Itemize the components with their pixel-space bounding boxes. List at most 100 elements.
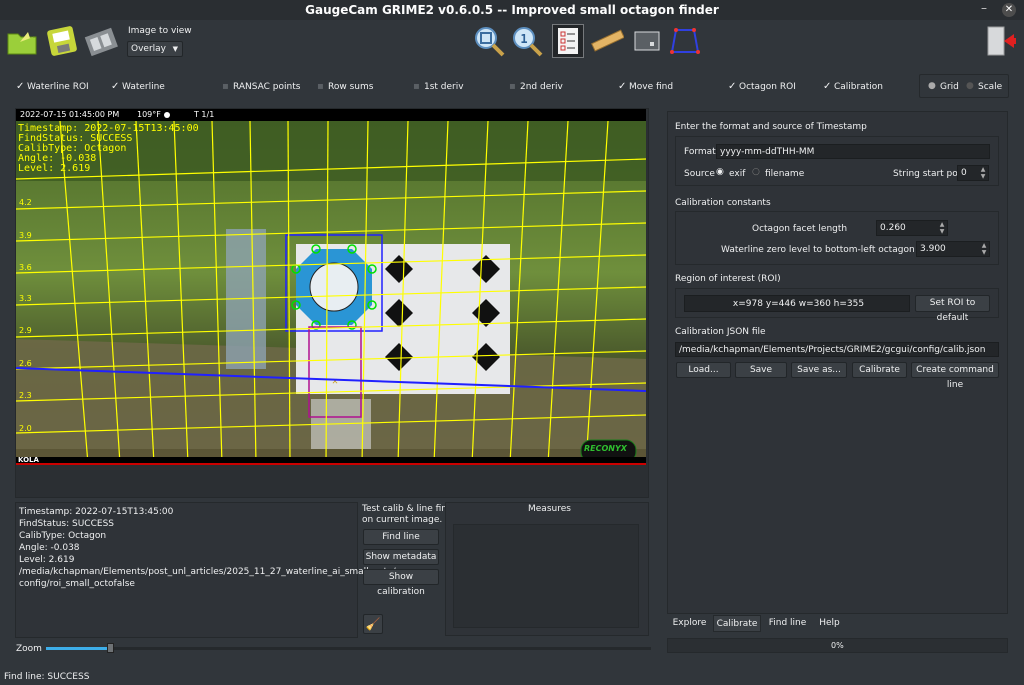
film-strip-icon[interactable] [84,24,118,58]
string-start-input[interactable]: 0 ▲ ▼ [957,165,989,181]
zoom-slider-fill [46,647,107,650]
brand-right: RECONYX [584,444,627,453]
scale-label: 3.3 [19,294,32,303]
tab-explore[interactable]: Explore [668,615,711,632]
zero-level-value: 3.900 [920,244,946,254]
test-calib-caption-1: Test calib & line find [362,504,453,514]
string-start-label: String start pos [893,169,963,179]
ruler-icon[interactable] [590,24,624,58]
checkbox-2nd-deriv[interactable]: ▪ [509,81,516,92]
zoom-slider-track[interactable] [46,647,651,650]
close-icon[interactable]: ✕ [1002,3,1016,17]
checkbox-move-find[interactable]: ✓ [618,81,626,92]
string-start-value: 0 [961,168,967,178]
zoom-fit-icon[interactable] [472,24,506,58]
spinner-icon[interactable]: ▲ ▼ [980,242,988,256]
octagon-icon[interactable] [668,24,702,58]
image-to-view-label: Image to view [128,26,192,36]
checkbox-waterline[interactable]: ✓ [111,81,119,92]
grid-radio[interactable]: ● [928,81,936,91]
window-title: GaugeCam GRIME2 v0.6.0.5 -- Improved sma… [0,0,1024,20]
camera-stamp: 2022-07-15 01:45:00 PM [20,110,120,119]
test-calib-caption: Test calib & line find on current image. [362,504,453,526]
show-calibration-button[interactable]: Show calibration [363,569,439,597]
load-button[interactable]: Load... [676,362,731,378]
format-label: Format [684,147,716,157]
facet-length-value: 0.260 [880,223,906,233]
checkbox-label: Octagon ROI [739,82,796,92]
zoom-actual-icon[interactable]: 1 [510,24,544,58]
checkbox-label: Row sums [328,82,374,92]
facet-length-input[interactable]: 0.260 ▲ ▼ [876,220,948,236]
create-command-line-button[interactable]: Create command line [911,362,999,390]
exit-door-icon[interactable] [984,24,1018,58]
facet-length-label: Octagon facet length [752,224,848,234]
show-metadata-button[interactable]: Show metadata [363,549,439,565]
zoom-slider-handle[interactable] [107,643,114,653]
scale-label: 3.6 [19,263,32,272]
checkbox-label: Waterline ROI [27,82,89,92]
calibrate-button[interactable]: Calibrate [852,362,907,378]
zero-level-input[interactable]: 3.900 ▲ ▼ [916,241,990,257]
checklist-icon [558,28,578,54]
svg-text:✕: ✕ [332,376,338,387]
tab-find-line[interactable]: Find line [763,615,812,632]
zoom-label: Zoom [16,644,42,654]
find-line-button[interactable]: Find line [363,529,439,545]
checkbox-1st-deriv[interactable]: ▪ [413,81,420,92]
format-input[interactable]: yyyy-mm-ddTHH-MM [716,144,990,159]
calib-section-title: Calibration constants [675,198,771,208]
info-line: /media/kchapman/Elements/post_unl_articl… [19,567,396,577]
save-button[interactable]: Save [735,362,787,378]
image-to-view-value: Overlay [131,44,166,54]
checkbox-label: RANSAC points [233,82,301,92]
checkbox-calibration[interactable]: ✓ [823,81,831,92]
checkbox-label: Calibration [834,82,883,92]
spinner-icon[interactable]: ▲ ▼ [979,166,987,180]
scale-radio[interactable]: ● [966,81,974,91]
zero-level-label: Waterline zero level to bottom-left octa… [721,245,947,255]
image-to-view-select[interactable]: Overlay ▼ [127,41,183,57]
set-roi-default-button[interactable]: Set ROI to default [915,295,990,323]
test-calib-caption-2: on current image. [362,515,443,525]
scale-label: 2.0 [19,424,32,433]
json-path-input[interactable]: /media/kchapman/Elements/Projects/GRIME2… [675,342,999,357]
tab-calibrate[interactable]: Calibrate [713,615,761,632]
roi-rectangle-icon[interactable] [630,24,664,58]
checkbox-ransac-points[interactable]: ▪ [222,81,229,92]
info-text: Timestamp: 2022-07-15T13:45:00 FindStatus… [19,506,396,590]
info-line: CalibType: Octagon [19,531,107,541]
tab-help[interactable]: Help [814,615,845,632]
source-filename-radio[interactable]: ○ [752,167,760,177]
overlay-text: Timestamp: 2022-07-15T13:45:00 FindStatus… [18,124,199,174]
progress-text: 0% [831,641,844,650]
scale-label: 4.2 [19,198,32,207]
source-exif-radio[interactable]: ◉ [716,167,724,177]
chevron-down-icon: ▼ [172,45,178,53]
roi-section-title: Region of interest (ROI) [675,274,781,284]
checkbox-waterline-roi[interactable]: ✓ [16,81,24,92]
open-folder-icon[interactable] [6,24,40,58]
scale-label: Scale [978,82,1003,92]
save-as-button[interactable]: Save as... [791,362,847,378]
overlay-line: Level: 2.619 [18,163,91,174]
checklist-button[interactable] [552,24,584,58]
save-disk-icon[interactable] [45,24,79,58]
measures-title: Measures [528,504,571,514]
source-exif-label: exif [729,169,746,179]
checkbox-row-sums[interactable]: ▪ [317,81,324,92]
roi-value: x=978 y=446 w=360 h=355 [684,295,910,312]
checkbox-label: 2nd deriv [520,82,563,92]
info-line: FindStatus: SUCCESS [19,519,114,529]
checkbox-label: Waterline [122,82,165,92]
minimize-icon[interactable]: – [978,2,990,15]
scale-label: 2.9 [19,326,32,335]
checkbox-label: Move find [629,82,674,92]
scale-label: 3.9 [19,231,32,240]
clear-broom-icon[interactable]: 🧹 [363,614,383,634]
checkbox-label: 1st deriv [424,82,464,92]
checkbox-octagon-roi[interactable]: ✓ [728,81,736,92]
source-label: Source [684,169,715,179]
info-line: config/roi_small_octofalse [19,579,135,589]
spinner-icon[interactable]: ▲ ▼ [938,221,946,235]
